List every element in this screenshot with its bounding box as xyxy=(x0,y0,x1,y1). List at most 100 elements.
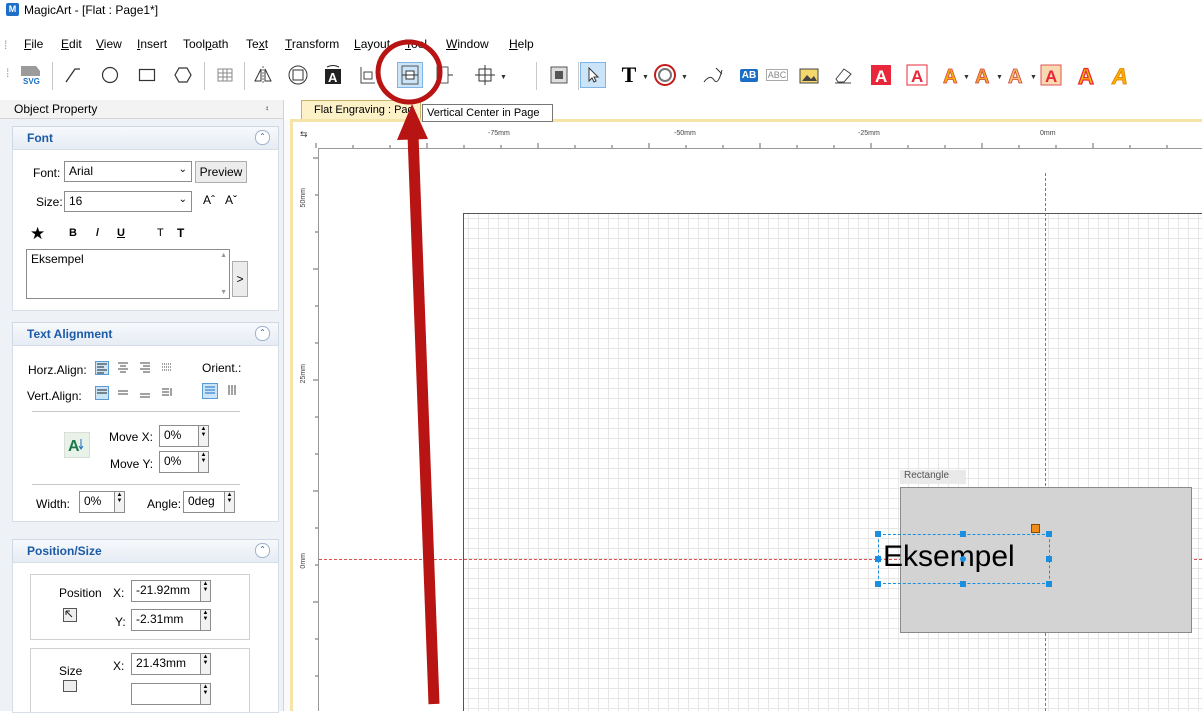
move-x-input[interactable]: 0% xyxy=(159,425,199,447)
resize-handle[interactable] xyxy=(960,531,966,537)
vertical-center-in-page-button[interactable] xyxy=(397,62,423,88)
size-lock-icon[interactable] xyxy=(63,680,77,692)
align-right-icon[interactable] xyxy=(139,361,153,375)
scroll-up-icon[interactable]: ▲ xyxy=(220,252,227,259)
italic-button[interactable]: / xyxy=(96,227,99,239)
chevron-down-icon[interactable]: ▼ xyxy=(963,74,970,81)
image-button[interactable] xyxy=(796,62,822,88)
document-tab[interactable]: Flat Engraving : Pag xyxy=(301,100,421,120)
circle-text-button[interactable] xyxy=(652,62,678,88)
collapse-chevron-icon[interactable]: ⌃ xyxy=(255,543,270,558)
valign-bottom-icon[interactable] xyxy=(139,386,153,400)
width-input[interactable]: 0% xyxy=(79,491,115,513)
horizontal-center-in-page-button[interactable] xyxy=(432,62,458,88)
resize-handle[interactable] xyxy=(1046,581,1052,587)
size-y-spinner[interactable]: ▲ ▼ xyxy=(200,683,211,705)
mirror-button[interactable] xyxy=(250,62,276,88)
size-select[interactable]: 16 ⌄ xyxy=(64,191,192,212)
menu-insert[interactable]: Insert xyxy=(137,37,167,51)
angle-spinner[interactable]: ▲ ▼ xyxy=(224,491,235,513)
abc-text-button[interactable]: ABC xyxy=(764,62,790,88)
select-tool-button[interactable] xyxy=(580,62,606,88)
color-fill-button[interactable] xyxy=(546,62,572,88)
valign-distribute-icon[interactable] xyxy=(161,386,175,400)
angle-input[interactable]: 0deg xyxy=(183,491,225,513)
table-tool-button[interactable] xyxy=(212,62,238,88)
rotate-handle[interactable] xyxy=(1031,524,1040,533)
font-section-header[interactable]: Font ⌃ xyxy=(12,126,279,150)
menu-file[interactable]: File xyxy=(24,37,43,51)
resize-handle[interactable] xyxy=(1046,531,1052,537)
text-effect-red-button[interactable]: A xyxy=(868,62,894,88)
chevron-down-icon[interactable]: ▼ xyxy=(642,74,649,81)
size-x-spinner[interactable]: ▲ ▼ xyxy=(200,653,211,675)
text-block-button[interactable]: A xyxy=(320,62,346,88)
handwriting-button[interactable] xyxy=(700,62,726,88)
polygon-tool-button[interactable] xyxy=(170,62,196,88)
resize-handle[interactable] xyxy=(875,531,881,537)
menu-edit[interactable]: Edit xyxy=(61,37,82,51)
menu-transform[interactable]: Transform xyxy=(285,37,339,51)
text-effect-shadow-button[interactable]: A xyxy=(938,62,964,88)
page-sheet[interactable] xyxy=(463,213,1202,711)
move-x-spinner[interactable]: ▲ ▼ xyxy=(198,425,209,447)
menu-help[interactable]: Help xyxy=(509,37,534,51)
collapse-chevron-icon[interactable]: ⌃ xyxy=(255,130,270,145)
expand-text-button[interactable]: > xyxy=(232,261,248,297)
align-page-button[interactable] xyxy=(355,62,381,88)
text-effect-gradient-button[interactable]: A xyxy=(970,62,996,88)
position-anchor-icon[interactable] xyxy=(63,608,77,622)
position-y-spinner[interactable]: ▲ ▼ xyxy=(200,609,211,631)
position-y-input[interactable]: -2.31mm xyxy=(131,609,201,631)
center-align-dropdown-button[interactable] xyxy=(472,62,498,88)
text-effect-3d-button[interactable]: A xyxy=(1075,62,1101,88)
valign-middle-icon[interactable] xyxy=(117,386,131,400)
menu-layout[interactable]: Layout xyxy=(354,37,390,51)
star-icon[interactable]: ★ xyxy=(30,224,45,244)
position-x-spinner[interactable]: ▲ ▼ xyxy=(200,580,211,602)
text-effect-outline-button[interactable]: A xyxy=(904,62,930,88)
line-tool-button[interactable] xyxy=(60,62,86,88)
import-svg-button[interactable]: SVG xyxy=(18,62,44,88)
resize-handle[interactable] xyxy=(875,581,881,587)
rectangle-tool-button[interactable] xyxy=(134,62,160,88)
font-shrink-icon[interactable]: Aˇ xyxy=(225,193,237,207)
width-spinner[interactable]: ▲ ▼ xyxy=(114,491,125,513)
chevron-down-icon[interactable]: ▼ xyxy=(1030,74,1037,81)
size-x-input[interactable]: 21.43mm xyxy=(131,653,201,675)
resize-handle[interactable] xyxy=(960,581,966,587)
text-tool-button[interactable]: T xyxy=(616,62,642,88)
menu-tool[interactable]: Tool xyxy=(405,37,427,51)
resize-handle[interactable] xyxy=(875,556,881,562)
bold-button[interactable]: B xyxy=(69,227,77,239)
preview-button[interactable]: Preview xyxy=(195,161,247,183)
position-size-section-header[interactable]: Position/Size ⌃ xyxy=(12,539,279,563)
valign-top-icon[interactable] xyxy=(95,386,109,400)
chevron-down-icon[interactable]: ▼ xyxy=(681,74,688,81)
font-select[interactable]: Arial ⌄ xyxy=(64,161,192,182)
chevron-down-icon[interactable]: ▼ xyxy=(996,74,1003,81)
size-y-input[interactable] xyxy=(131,683,201,705)
menu-window[interactable]: Window xyxy=(446,37,489,51)
text-effect-fill-button[interactable]: A xyxy=(1038,62,1064,88)
text-content-input[interactable]: Eksempel ▲ ▼ xyxy=(26,249,230,299)
ab-text-button[interactable]: AB xyxy=(736,62,762,88)
text-effect-emboss-button[interactable]: A xyxy=(1003,62,1029,88)
menu-toolpath[interactable]: Toolpath xyxy=(183,37,228,51)
chevron-down-icon[interactable]: ▼ xyxy=(500,74,507,81)
move-y-spinner[interactable]: ▲ ▼ xyxy=(198,451,209,473)
align-center-icon[interactable] xyxy=(117,361,131,375)
scroll-down-icon[interactable]: ▼ xyxy=(220,289,227,296)
orient-horizontal-icon[interactable] xyxy=(202,383,218,399)
ellipse-tool-button[interactable] xyxy=(97,62,123,88)
eraser-button[interactable] xyxy=(830,62,856,88)
resize-handle[interactable] xyxy=(1046,556,1052,562)
align-justify-icon[interactable] xyxy=(161,361,175,375)
superscript-button[interactable]: T xyxy=(157,227,164,239)
menu-text[interactable]: Text xyxy=(246,37,268,51)
text-alignment-section-header[interactable]: Text Alignment ⌃ xyxy=(12,322,279,346)
subscript-button[interactable]: T xyxy=(177,226,184,240)
text-effect-italic-button[interactable]: A xyxy=(1108,62,1134,88)
orient-vertical-icon[interactable] xyxy=(226,383,242,399)
position-x-input[interactable]: -21.92mm xyxy=(131,580,201,602)
